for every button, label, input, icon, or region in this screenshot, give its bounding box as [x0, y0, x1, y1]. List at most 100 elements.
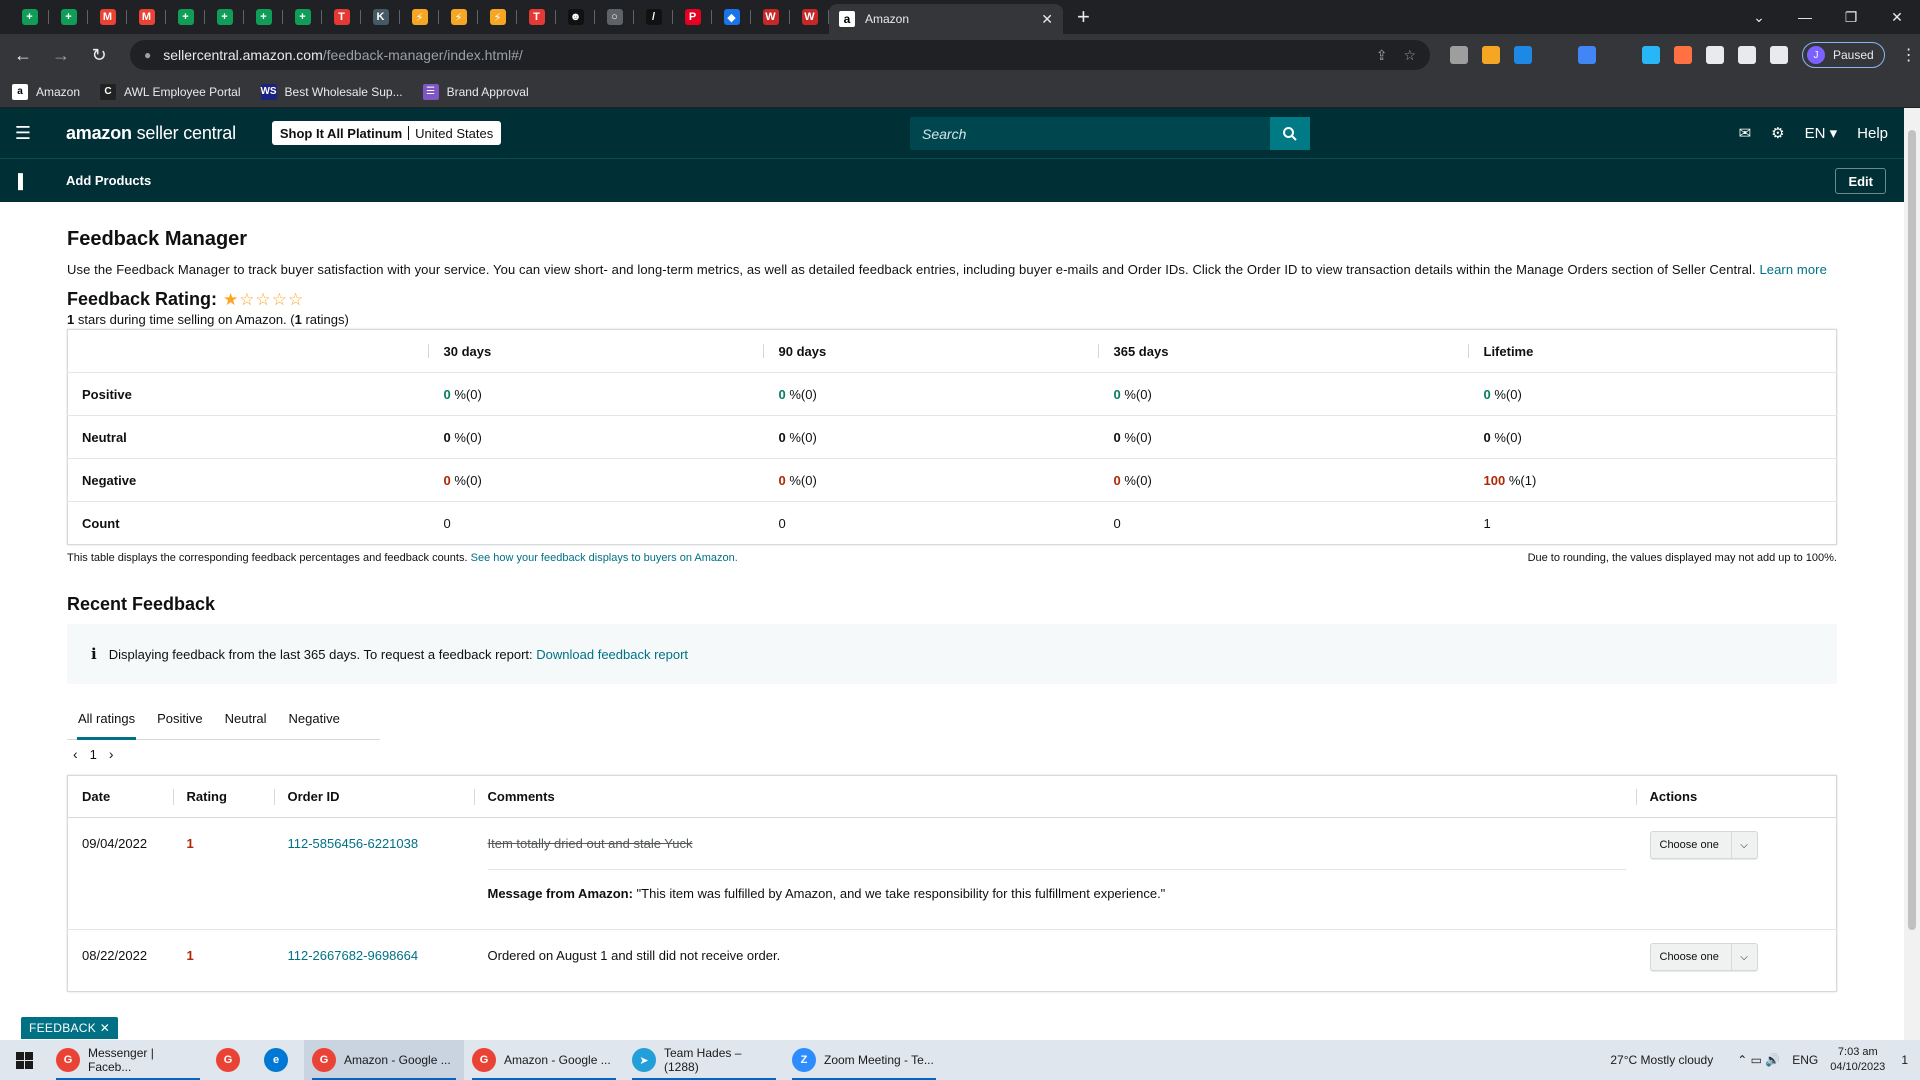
restore-button[interactable]: ❐ [1828, 9, 1874, 26]
bookmark-item[interactable]: a Amazon [12, 83, 80, 100]
browser-tab[interactable]: + [205, 0, 244, 34]
browser-tab[interactable]: / [634, 0, 673, 34]
tab-all-ratings[interactable]: All ratings [67, 698, 146, 740]
ext-sidepanel-icon[interactable] [1770, 46, 1788, 64]
tab-positive[interactable]: Positive [146, 698, 214, 739]
seller-central-logo[interactable]: amazon seller central [66, 123, 236, 144]
share-icon[interactable]: ⇪ [1376, 47, 1388, 64]
back-button[interactable]: ← [8, 45, 38, 66]
taskbar-app[interactable]: G [208, 1040, 256, 1080]
browser-tab[interactable]: + [10, 0, 49, 34]
store-selector[interactable]: Shop It All Platinum United States [271, 121, 502, 145]
browser-tab[interactable]: ◆ [712, 0, 751, 34]
clock[interactable]: 7:03 am 04/10/2023 [1830, 1045, 1885, 1075]
close-tab-icon[interactable]: ✕ [1041, 11, 1053, 28]
hamburger-menu-icon[interactable]: ☰ [0, 123, 46, 144]
bookmark-star-icon[interactable]: ☆ [1403, 47, 1416, 64]
browser-tab[interactable]: M [88, 0, 127, 34]
taskbar-app[interactable]: G Amazon - Google ... [464, 1040, 624, 1080]
see-feedback-display-link[interactable]: See how your feedback displays to buyers… [471, 552, 738, 564]
close-window-button[interactable]: ✕ [1874, 9, 1920, 26]
weather-widget[interactable]: 27°C Mostly cloudy [1610, 1053, 1713, 1067]
table-row: 08/22/2022 1 112-2667682-9698664 Ordered… [67, 929, 1837, 992]
taskbar-app[interactable]: Z Zoom Meeting - Te... [784, 1040, 944, 1080]
prev-page-icon[interactable]: ‹ [73, 746, 78, 762]
browser-tab[interactable]: W [790, 0, 829, 34]
browser-tab[interactable]: M [127, 0, 166, 34]
browser-tab[interactable]: ⚡ [400, 0, 439, 34]
download-feedback-report-link[interactable]: Download feedback report [536, 647, 688, 662]
new-tab-button[interactable]: + [1077, 6, 1090, 28]
minimize-button[interactable]: — [1782, 9, 1828, 25]
browser-tab[interactable]: T [517, 0, 556, 34]
feedback-widget-tab[interactable]: FEEDBACK ✕ [21, 1017, 119, 1039]
notification-icon[interactable]: 1 [1901, 1053, 1908, 1067]
forward-button[interactable]: → [46, 45, 76, 66]
browser-tab[interactable]: + [244, 0, 283, 34]
amazon-message-text: "This item was fulfilled by Amazon, and … [632, 886, 1166, 901]
browser-tab[interactable]: T [322, 0, 361, 34]
scrollbar-thumb[interactable] [1908, 130, 1916, 930]
input-language[interactable]: ENG [1792, 1053, 1818, 1067]
bookmark-item[interactable]: ☰ Brand Approval [422, 83, 529, 100]
search-button[interactable] [1270, 117, 1310, 150]
taskbar-app[interactable]: e [256, 1040, 304, 1080]
add-products-link[interactable]: Add Products [66, 173, 151, 188]
next-page-icon[interactable]: › [109, 746, 114, 762]
bookmark-icon[interactable]: ▌ [0, 173, 46, 189]
page-scrollbar[interactable] [1904, 108, 1920, 1040]
browser-tab[interactable]: + [166, 0, 205, 34]
ext-orange-icon[interactable] [1674, 46, 1692, 64]
active-tab[interactable]: a Amazon ✕ [829, 4, 1063, 34]
browser-tab[interactable]: ☻ [556, 0, 595, 34]
ext-r-icon[interactable] [1610, 46, 1628, 64]
bookmark-item[interactable]: WS Best Wholesale Sup... [260, 83, 403, 100]
settings-gear-icon[interactable]: ⚙ [1771, 124, 1784, 142]
browser-tab[interactable]: W [751, 0, 790, 34]
browser-tab[interactable]: ⚡ [478, 0, 517, 34]
taskbar-app[interactable]: G Amazon - Google ... [304, 1040, 464, 1080]
tab-negative[interactable]: Negative [278, 698, 351, 739]
tray-icons[interactable]: ⌃ ▭ 🔊 [1737, 1053, 1780, 1067]
taskbar-app[interactable]: G Messenger | Faceb... [48, 1040, 208, 1080]
browser-tab[interactable]: + [49, 0, 88, 34]
start-button[interactable] [0, 1051, 48, 1069]
tab-neutral[interactable]: Neutral [214, 698, 278, 739]
ext-puzzle-icon[interactable] [1738, 46, 1756, 64]
tool-icon-1: T [333, 9, 350, 25]
ext-arrow-icon[interactable] [1546, 46, 1564, 64]
ext-js-icon[interactable] [1482, 46, 1500, 64]
info-icon: i [91, 645, 97, 663]
ext-fm-icon[interactable] [1642, 46, 1660, 64]
learn-more-link[interactable]: Learn more [1759, 262, 1826, 277]
edit-button[interactable]: Edit [1835, 168, 1886, 194]
order-id-link[interactable]: 112-2667682-9698664 [288, 948, 419, 963]
lock-icon[interactable]: ● [144, 48, 151, 62]
metrics-cell: 0 %(0) [1467, 415, 1837, 459]
ext-blue-icon[interactable] [1578, 46, 1596, 64]
url-bar[interactable]: ● sellercentral.amazon.com/feedback-mana… [130, 40, 1430, 70]
browser-tab[interactable]: ⚡ [439, 0, 478, 34]
metrics-count-suffix: %(0) [1124, 429, 1152, 445]
ext-off-icon[interactable] [1450, 46, 1468, 64]
browser-tab[interactable]: ○ [595, 0, 634, 34]
browser-tab[interactable]: + [283, 0, 322, 34]
browser-tab[interactable]: P [673, 0, 712, 34]
help-link[interactable]: Help [1857, 125, 1888, 142]
bookmark-item[interactable]: C AWL Employee Portal [100, 83, 241, 100]
choose-action-dropdown[interactable]: Choose one ⌵ [1649, 943, 1758, 971]
search-input[interactable] [910, 117, 1270, 150]
profile-button[interactable]: J Paused [1802, 42, 1885, 68]
taskbar-app[interactable]: ➤ Team Hades – (1288) [624, 1040, 784, 1080]
ext-grid-icon[interactable] [1706, 46, 1724, 64]
order-id-link[interactable]: 112-5856456-6221038 [288, 836, 419, 851]
reload-button[interactable]: ↻ [84, 45, 114, 66]
choose-action-dropdown[interactable]: Choose one ⌵ [1649, 831, 1758, 859]
browser-tab[interactable]: K [361, 0, 400, 34]
language-selector[interactable]: EN ▾ [1805, 124, 1838, 142]
browser-menu-icon[interactable]: ⋮ [1901, 45, 1917, 65]
page-number[interactable]: 1 [90, 747, 97, 762]
mail-icon[interactable]: ✉ [1739, 124, 1752, 142]
tab-search-icon[interactable]: ⌄ [1736, 9, 1782, 26]
ext-ok-icon[interactable] [1514, 46, 1532, 64]
